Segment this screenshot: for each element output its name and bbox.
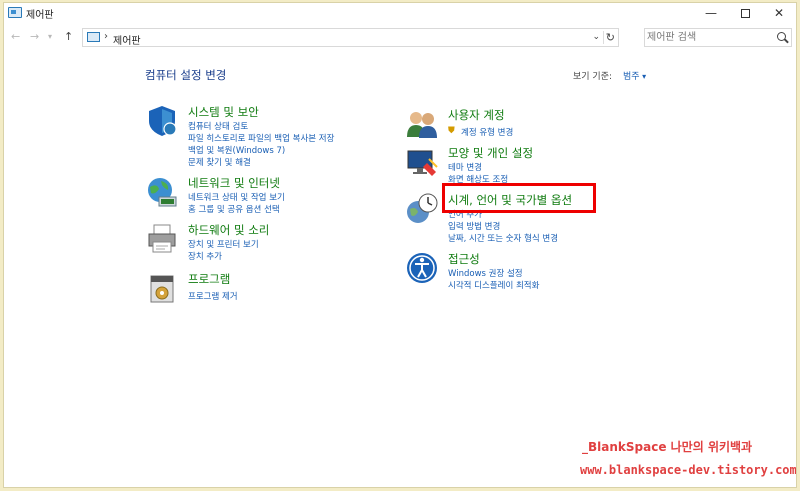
category-link[interactable]: 컴퓨터 상태 검토 (188, 120, 248, 132)
back-arrow-icon[interactable]: ← (11, 30, 20, 43)
category-link[interactable]: 백업 및 복원(Windows 7) (188, 144, 285, 156)
category-link[interactable]: Windows 권장 설정 (448, 267, 523, 279)
view-by-label: 보기 기준: (573, 72, 613, 82)
printer-icon[interactable] (145, 222, 179, 256)
network-globe-icon[interactable] (145, 175, 179, 209)
users-icon[interactable] (405, 107, 439, 141)
category-link[interactable]: 계정 유형 변경 (461, 126, 513, 138)
address-dropdown-chevron-icon[interactable]: ⌄ (592, 32, 600, 42)
appearance-icon[interactable] (405, 145, 439, 179)
uac-shield-icon: ⛊ (448, 126, 455, 136)
category-hardware-sound: 하드웨어 및 소리 장치 및 프린터 보기 장치 추가 (145, 222, 405, 264)
category-link[interactable]: 장치 추가 (188, 250, 222, 262)
category-link[interactable]: 파일 히스토리로 파일의 백업 복사본 저장 (188, 132, 334, 144)
address-bar[interactable]: › 제어판 ⌄ ↻ (82, 28, 619, 47)
category-link[interactable]: 네트워크 상태 및 작업 보기 (188, 191, 285, 203)
category-user-accounts: 사용자 계정 ⛊ 계정 유형 변경 (405, 107, 605, 141)
category-link[interactable]: 테마 변경 (448, 161, 482, 173)
category-title[interactable]: 모양 및 개인 설정 (448, 145, 533, 161)
category-title[interactable]: 프로그램 (188, 271, 230, 287)
maximize-icon (740, 9, 750, 18)
category-title[interactable]: 사용자 계정 (448, 107, 505, 123)
category-programs: 프로그램 프로그램 제거 (145, 271, 405, 305)
category-link[interactable]: 시각적 디스플레이 최적화 (448, 279, 539, 291)
category-ease-of-access: 접근성 Windows 권장 설정 시각적 디스플레이 최적화 (405, 251, 605, 291)
programs-icon[interactable] (145, 271, 179, 305)
category-link[interactable]: 홈 그룹 및 공유 옵션 선택 (188, 203, 280, 215)
category-network-internet: 네트워크 및 인터넷 네트워크 상태 및 작업 보기 홈 그룹 및 공유 옵션 … (145, 175, 405, 217)
page-title: 컴퓨터 설정 변경 (145, 68, 227, 82)
category-title[interactable]: 접근성 (448, 251, 480, 267)
recent-locations-chevron-icon[interactable]: ▾ (48, 32, 52, 41)
category-system-security: 시스템 및 보안 컴퓨터 상태 검토 파일 히스토리로 파일의 백업 복사본 저… (145, 104, 405, 170)
category-link[interactable]: 날짜, 시간 또는 숫자 형식 변경 (448, 232, 558, 244)
control-panel-window: 제어판 — ✕ ← → ▾ ↑ › 제어판 ⌄ ↻ 컴퓨터 설정 변경 보기 기… (3, 2, 797, 488)
up-arrow-icon[interactable]: ↑ (64, 30, 73, 43)
breadcrumb-chevron-icon[interactable]: › (104, 31, 108, 42)
navigation-bar: ← → ▾ ↑ › 제어판 ⌄ ↻ (4, 26, 796, 50)
category-appearance: 모양 및 개인 설정 테마 변경 화면 해상도 조정 (405, 145, 605, 187)
category-link[interactable]: 장치 및 프린터 보기 (188, 238, 259, 250)
highlight-box (442, 183, 596, 213)
control-panel-icon (87, 32, 100, 42)
refresh-icon[interactable]: ↻ (602, 31, 615, 44)
title-bar: 제어판 — ✕ (4, 3, 796, 23)
category-title[interactable]: 시스템 및 보안 (188, 104, 259, 120)
category-title[interactable]: 하드웨어 및 소리 (188, 222, 269, 238)
clock-globe-icon[interactable] (405, 192, 439, 226)
category-title[interactable]: 네트워크 및 인터넷 (188, 175, 280, 191)
maximize-button[interactable] (728, 3, 762, 23)
control-panel-icon (8, 7, 22, 18)
window-title: 제어판 (26, 10, 54, 21)
view-by-dropdown[interactable]: 범주 (623, 69, 646, 82)
category-link[interactable]: 입력 방법 변경 (448, 220, 500, 232)
close-button[interactable]: ✕ (762, 3, 796, 23)
accessibility-icon[interactable] (405, 251, 439, 285)
search-icon[interactable] (777, 32, 786, 41)
search-box[interactable] (644, 28, 792, 47)
breadcrumb-control-panel[interactable]: 제어판 (113, 32, 141, 47)
watermark-url: www.blankspace-dev.tistory.com (580, 463, 797, 477)
category-link[interactable]: 프로그램 제거 (188, 290, 238, 302)
search-input[interactable] (647, 31, 767, 44)
watermark-title: _BlankSpace 나만의 위키백과 (582, 440, 753, 454)
forward-arrow-icon[interactable]: → (30, 30, 39, 43)
category-link[interactable]: 문제 찾기 및 해결 (188, 156, 251, 168)
minimize-button[interactable]: — (694, 3, 728, 23)
shield-icon[interactable] (145, 104, 179, 138)
